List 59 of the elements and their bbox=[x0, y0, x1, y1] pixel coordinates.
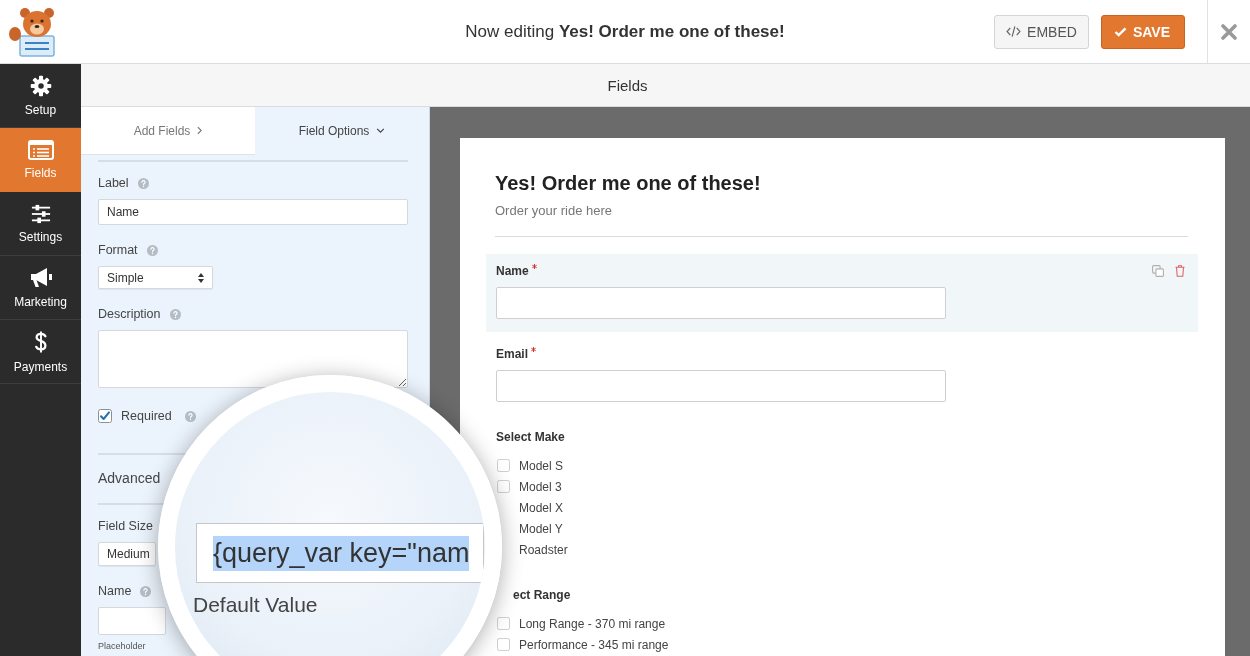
section-heading[interactable]: Advanced bbox=[98, 470, 161, 486]
form-description: Order your ride here bbox=[495, 203, 614, 219]
field-label: Email bbox=[496, 347, 536, 361]
help-icon[interactable] bbox=[184, 410, 196, 422]
dropdown[interactable]: Simple bbox=[98, 266, 213, 289]
text-input[interactable] bbox=[496, 287, 946, 319]
checkmark-icon bbox=[1113, 26, 1127, 37]
checkbox[interactable] bbox=[497, 638, 510, 651]
checkbox[interactable] bbox=[497, 480, 510, 493]
option-label: Model 3 bbox=[519, 479, 562, 494]
help-icon[interactable] bbox=[137, 177, 149, 189]
sliders-icon bbox=[29, 203, 52, 224]
option-label: Description bbox=[98, 307, 161, 321]
field-label: Default Value bbox=[193, 593, 318, 617]
option-label: Label bbox=[98, 176, 129, 190]
panel-tab[interactable]: Add Fields bbox=[81, 107, 255, 155]
form-title: Yes! Order me one of these! bbox=[495, 171, 762, 195]
duplicate-icon[interactable] bbox=[1152, 265, 1164, 277]
chevron-right-icon bbox=[197, 126, 203, 135]
gear-icon bbox=[29, 74, 52, 97]
option-label: Format bbox=[98, 243, 138, 257]
option-label: Name bbox=[98, 584, 132, 598]
help-icon[interactable] bbox=[146, 244, 158, 256]
selected-field-block[interactable]: Name bbox=[486, 254, 1198, 332]
embed-button[interactable]: EMBED bbox=[994, 14, 1089, 49]
option-label: Field Size bbox=[98, 519, 153, 533]
text-field[interactable] bbox=[98, 607, 166, 635]
help-icon[interactable] bbox=[169, 308, 181, 320]
field-label: ect Range bbox=[513, 588, 571, 602]
checkbox[interactable] bbox=[497, 617, 510, 630]
select-arrows-icon bbox=[198, 272, 204, 283]
option-label: Model Y bbox=[519, 521, 563, 536]
megaphone-icon bbox=[28, 266, 53, 289]
option-label: Model X bbox=[519, 500, 564, 515]
dollar-icon bbox=[33, 329, 48, 354]
list-icon bbox=[27, 139, 54, 160]
field-label: Name bbox=[496, 264, 537, 278]
checkbox[interactable] bbox=[497, 459, 510, 472]
dropdown[interactable]: Medium bbox=[98, 542, 156, 566]
section-title: Fields bbox=[607, 76, 648, 94]
close-icon bbox=[1221, 23, 1237, 40]
chevron-down-icon bbox=[376, 128, 386, 133]
help-icon[interactable] bbox=[140, 585, 152, 597]
option-label: Performance - 345 mi range bbox=[519, 637, 669, 652]
trash-icon[interactable] bbox=[1175, 265, 1185, 277]
field-label: Select Make bbox=[496, 430, 565, 444]
selected-text: {query_var key="nam bbox=[213, 535, 470, 571]
option-label: Long Range - 370 mi range bbox=[519, 616, 666, 631]
sublabel: Placeholder bbox=[98, 641, 146, 651]
default-value-field[interactable]: {query_var key="nam bbox=[196, 523, 484, 583]
description-field[interactable] bbox=[98, 330, 408, 388]
text-field[interactable]: Name bbox=[98, 199, 408, 225]
code-icon bbox=[1006, 26, 1022, 37]
option-label: Roadster bbox=[519, 542, 568, 557]
checkbox-label: Required bbox=[121, 409, 172, 423]
editor-title: Now editing Yes! Order me one of these! bbox=[465, 21, 785, 42]
checkbox[interactable] bbox=[98, 409, 112, 423]
option-label: Model S bbox=[519, 458, 564, 473]
text-input[interactable] bbox=[496, 370, 946, 402]
